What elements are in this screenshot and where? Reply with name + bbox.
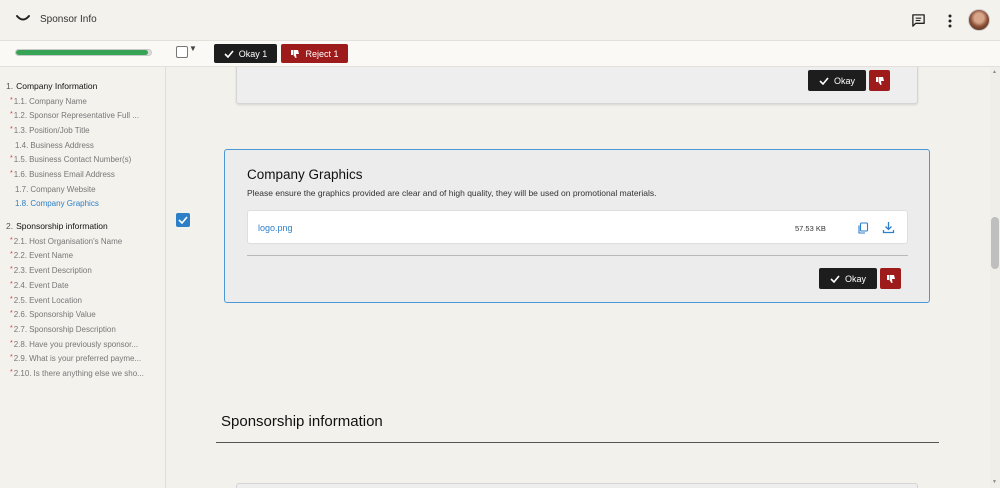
sidebar-item-event-date[interactable]: *2.4. Event Date (10, 281, 160, 290)
sidebar-item-company-website[interactable]: 1.7. Company Website (10, 185, 160, 194)
sidebar-section-company-information[interactable]: 1. Company Information (6, 81, 97, 91)
avatar[interactable] (968, 9, 990, 31)
sidebar-item-company-name[interactable]: *1.1. Company Name (10, 97, 160, 106)
card-title: Company Graphics (247, 167, 363, 182)
previous-item-card: Okay (236, 67, 918, 104)
prev-okay-button[interactable]: Okay (808, 70, 866, 91)
sidebar: 1. Company Information *1.1. Company Name … (0, 67, 166, 488)
okay-all-label: Okay 1 (238, 48, 268, 59)
sidebar-item-previously-sponsored[interactable]: *2.8. Have you previously sponsor... (10, 340, 160, 349)
more-vertical-icon[interactable] (943, 12, 957, 30)
sidebar-item-business-email[interactable]: *1.6. Business Email Address (10, 170, 160, 179)
item-checkbox[interactable] (176, 213, 190, 227)
okay-all-button[interactable]: Okay 1 (214, 44, 277, 63)
check-icon (819, 76, 829, 85)
thumbs-down-icon (886, 274, 895, 283)
card-divider (247, 255, 908, 256)
message-icon[interactable] (911, 13, 926, 28)
sidebar-item-event-description[interactable]: *2.3. Event Description (10, 266, 160, 275)
company-graphics-card: Company Graphics Please ensure the graph… (224, 149, 930, 303)
sidebar-item-sponsor-representative[interactable]: *1.2. Sponsor Representative Full ... (10, 111, 160, 120)
copy-icon[interactable] (857, 222, 869, 234)
next-item-card (236, 483, 918, 488)
chevron-down-icon[interactable]: ▼ (189, 44, 197, 53)
page-title: Sponsor Info (40, 14, 97, 25)
scroll-down-arrow[interactable]: ▼ (992, 479, 997, 485)
okay-label: Okay (844, 273, 866, 284)
sidebar-item-anything-else[interactable]: *2.10. Is there anything else we sho... (10, 369, 160, 378)
sidebar-item-business-contact[interactable]: *1.5. Business Contact Number(s) (10, 155, 160, 164)
sidebar-item-event-name[interactable]: *2.2. Event Name (10, 251, 160, 260)
download-icon[interactable] (882, 221, 895, 234)
reject-all-label: Reject 1 (305, 48, 339, 59)
sidebar-item-company-graphics[interactable]: 1.8. Company Graphics (10, 199, 160, 208)
scrollbar-thumb[interactable] (991, 217, 999, 269)
check-icon (830, 274, 840, 283)
section-title: Sponsorship information (221, 413, 383, 430)
file-size: 57.53 KB (795, 224, 826, 233)
file-link[interactable]: logo.png (258, 223, 293, 233)
check-icon (224, 49, 234, 58)
sidebar-item-business-address[interactable]: 1.4. Business Address (10, 141, 160, 150)
section-divider (216, 442, 939, 443)
reject-button[interactable] (880, 268, 901, 289)
scroll-up-arrow[interactable]: ▲ (992, 69, 997, 75)
prev-reject-button[interactable] (869, 70, 890, 91)
select-all-checkbox[interactable] (176, 46, 188, 58)
check-icon (178, 216, 188, 224)
sidebar-item-sponsorship-description[interactable]: *2.7. Sponsorship Description (10, 325, 160, 334)
top-bar: Sponsor Info (0, 0, 1000, 41)
prev-okay-label: Okay (833, 75, 855, 86)
main-content: Okay Company Graphics Please ensure the … (166, 67, 990, 488)
sidebar-item-position[interactable]: *1.3. Position/Job Title (10, 126, 160, 135)
card-description: Please ensure the graphics provided are … (247, 188, 657, 198)
thumbs-down-icon (875, 76, 884, 85)
file-row: logo.png 57.53 KB (247, 210, 908, 244)
sidebar-item-preferred-payment[interactable]: *2.9. What is your preferred payme... (10, 354, 160, 363)
scrollbar[interactable] (990, 67, 1000, 488)
reject-all-button[interactable]: Reject 1 (281, 44, 348, 63)
logo-icon[interactable] (15, 13, 31, 23)
progress-fill (16, 50, 149, 55)
sidebar-section-sponsorship-information[interactable]: 2. Sponsorship information (6, 221, 108, 231)
sidebar-item-sponsorship-value[interactable]: *2.6. Sponsorship Value (10, 310, 160, 319)
okay-button[interactable]: Okay (819, 268, 877, 289)
sidebar-item-event-location[interactable]: *2.5. Event Location (10, 296, 160, 305)
thumbs-down-icon (291, 49, 300, 58)
toolbar: ▼ Okay 1 Reject 1 (0, 41, 1000, 67)
progress-bar (15, 49, 152, 56)
sidebar-item-host-organisation[interactable]: *2.1. Host Organisation's Name (10, 237, 160, 246)
